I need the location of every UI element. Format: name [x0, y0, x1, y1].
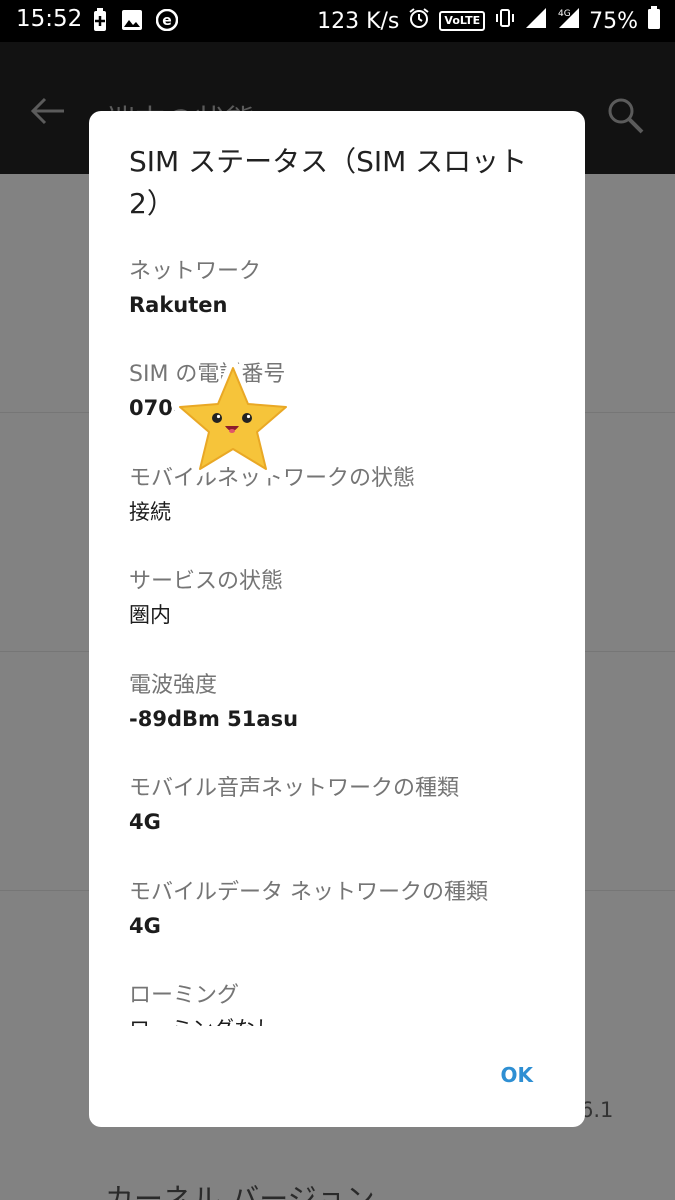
- back-arrow-icon[interactable]: [30, 97, 66, 129]
- image-icon: [122, 10, 142, 34]
- signal-strength-value: -89dBm 51asu: [129, 707, 299, 731]
- voice-network-type-value: 4G: [129, 810, 161, 834]
- network-speed: 123 K/s: [317, 8, 400, 34]
- roaming-label: ローミング: [129, 983, 240, 1008]
- list-item: ネットワーク Rakuten: [129, 256, 559, 322]
- service-state-value: 圏内: [129, 603, 171, 627]
- list-item: モバイルデータ ネットワークの種類 4G: [129, 877, 559, 943]
- vibrate-icon: [494, 7, 516, 35]
- volte-badge: VoLTE: [439, 11, 486, 31]
- list-item: サービスの状態 圏内: [129, 566, 559, 632]
- svg-text:4G: 4G: [558, 9, 571, 19]
- service-state-label: サービスの状態: [129, 569, 284, 594]
- network-value: Rakuten: [129, 293, 228, 317]
- data-network-type-label: モバイルデータ ネットワークの種類: [129, 880, 488, 905]
- alarm-icon: [408, 7, 430, 35]
- status-bar: 15:52 e 123 K/s VoLTE 4G 75%: [0, 0, 675, 42]
- dialog-title: SIM ステータス（SIM スロット 2）: [129, 145, 528, 220]
- star-sticker-icon: [168, 359, 298, 480]
- signal-icon-sim1: [525, 7, 547, 35]
- search-icon[interactable]: [606, 96, 646, 140]
- clock: 15:52: [16, 6, 83, 32]
- battery-icon: [647, 6, 661, 36]
- dialog-content[interactable]: ネットワーク Rakuten SIM の電話番号 070- モバイルネットワーク…: [89, 256, 585, 1026]
- ok-button[interactable]: OK: [501, 1063, 534, 1087]
- roaming-value: ローミングなし: [129, 1012, 559, 1026]
- battery-saver-icon: [92, 8, 108, 36]
- e-app-icon: e: [155, 8, 179, 35]
- signal-icon-sim2: 4G: [556, 7, 580, 35]
- battery-percent: 75%: [589, 8, 638, 34]
- network-label: ネットワーク: [129, 259, 262, 284]
- voice-network-type-label: モバイル音声ネットワークの種類: [129, 776, 460, 801]
- version-fragment: 6.1: [580, 1098, 614, 1122]
- kernel-version-label: カーネル バージョン: [105, 1182, 375, 1200]
- signal-strength-label: 電波強度: [129, 673, 218, 698]
- list-item: モバイル音声ネットワークの種類 4G: [129, 773, 559, 839]
- data-network-type-value: 4G: [129, 914, 161, 938]
- mobile-network-state-value: 接続: [129, 500, 171, 524]
- svg-text:e: e: [162, 13, 172, 29]
- sim-status-dialog: SIM ステータス（SIM スロット 2） ネットワーク Rakuten SIM…: [89, 111, 585, 1127]
- list-item: ローミング ローミングなし: [129, 980, 559, 1026]
- list-item: 電波強度 -89dBm 51asu: [129, 670, 559, 736]
